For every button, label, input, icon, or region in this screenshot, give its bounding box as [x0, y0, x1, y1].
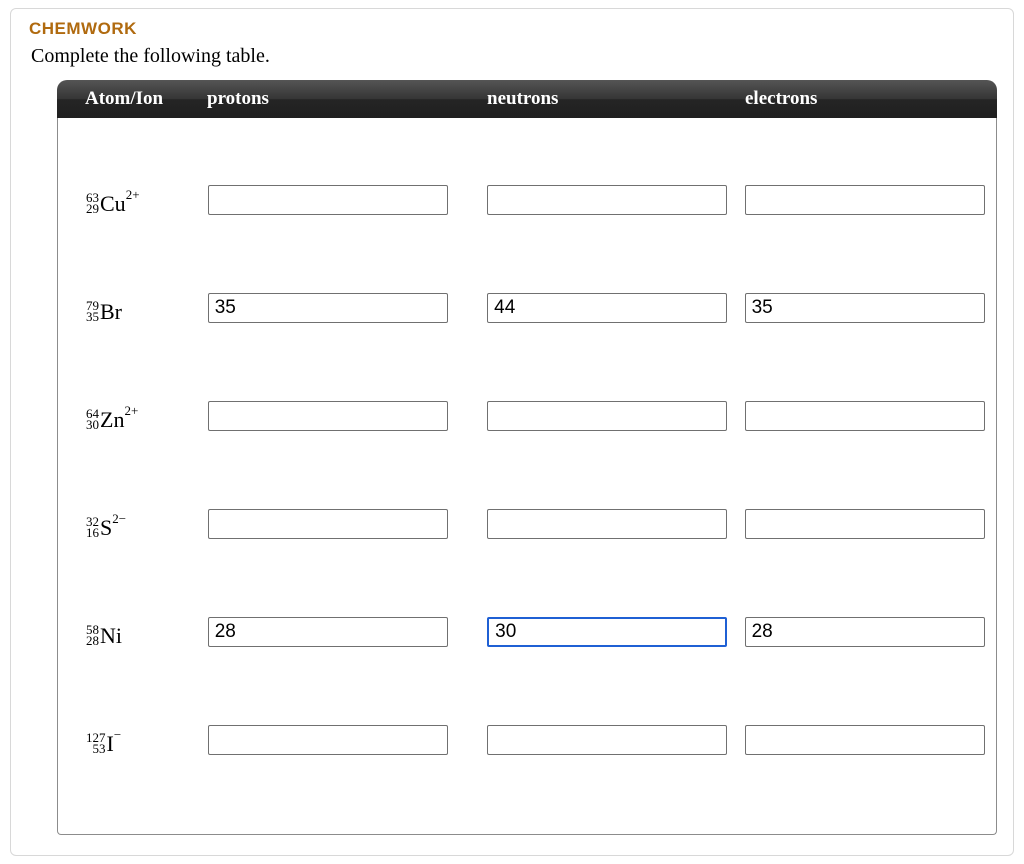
instruction-text: Complete the following table.: [31, 45, 995, 68]
element-symbol: I: [107, 731, 114, 756]
neutrons-input[interactable]: [487, 509, 727, 539]
table-row: 5828Ni: [58, 578, 996, 686]
header-neutrons: neutrons: [487, 88, 745, 110]
element-symbol: Ni: [100, 623, 122, 648]
neutrons-input[interactable]: [487, 725, 727, 755]
protons-cell: [208, 293, 487, 323]
atomic-number: 29: [86, 203, 99, 214]
atomic-number: 30: [86, 419, 99, 430]
header-atom: Atom/Ion: [57, 88, 207, 110]
table-row: 6329Cu2+: [58, 146, 996, 254]
ion-charge: 2+: [126, 187, 140, 203]
table-body: 6329Cu2+7935Br6430Zn2+3216S2−5828Ni12753…: [57, 118, 997, 835]
atom-label: 7935Br: [58, 291, 208, 325]
element-symbol: S: [100, 515, 112, 540]
table-row: 7935Br: [58, 254, 996, 362]
electrons-input[interactable]: [745, 293, 985, 323]
symbol-wrap: S2−: [100, 515, 112, 541]
protons-cell: [208, 725, 487, 755]
electrons-cell: [745, 725, 996, 755]
isotope-notation: 7935Br: [86, 299, 122, 325]
isotope-notation: 6430Zn2+: [86, 407, 124, 433]
electrons-cell: [745, 293, 996, 323]
ion-charge: 2+: [124, 403, 138, 419]
neutrons-cell: [487, 617, 744, 647]
atomic-number: 28: [86, 635, 99, 646]
question-container: CHEMWORK Complete the following table. A…: [10, 8, 1014, 856]
neutrons-cell: [487, 725, 744, 755]
electrons-input[interactable]: [745, 401, 985, 431]
symbol-wrap: Cu2+: [100, 191, 126, 217]
atomic-number: 53: [93, 743, 106, 754]
isotope-numbers: 3216: [86, 516, 99, 538]
data-table: Atom/Ion protons neutrons electrons 6329…: [57, 80, 997, 835]
element-symbol: Zn: [100, 407, 124, 432]
neutrons-cell: [487, 293, 744, 323]
electrons-cell: [745, 617, 996, 647]
electrons-cell: [745, 401, 996, 431]
neutrons-input[interactable]: [487, 401, 727, 431]
symbol-wrap: Ni: [100, 623, 122, 649]
table-row: 12753I−: [58, 686, 996, 794]
isotope-numbers: 6329: [86, 192, 99, 214]
atom-label: 6329Cu2+: [58, 183, 208, 217]
atomic-number: 35: [86, 311, 99, 322]
neutrons-cell: [487, 185, 744, 215]
chemwork-title: CHEMWORK: [29, 19, 995, 39]
atom-label: 3216S2−: [58, 507, 208, 541]
isotope-notation: 5828Ni: [86, 623, 122, 649]
isotope-numbers: 12753: [86, 732, 106, 754]
atom-label: 12753I−: [58, 723, 208, 757]
electrons-cell: [745, 509, 996, 539]
neutrons-cell: [487, 509, 744, 539]
ion-charge: 2−: [112, 511, 126, 527]
atom-label: 5828Ni: [58, 615, 208, 649]
isotope-notation: 12753I−: [86, 731, 114, 757]
electrons-input[interactable]: [745, 509, 985, 539]
protons-cell: [208, 185, 487, 215]
protons-input[interactable]: [208, 293, 448, 323]
electrons-input[interactable]: [745, 617, 985, 647]
electrons-cell: [745, 185, 996, 215]
protons-input[interactable]: [208, 725, 448, 755]
neutrons-cell: [487, 401, 744, 431]
electrons-input[interactable]: [745, 185, 985, 215]
protons-input[interactable]: [208, 401, 448, 431]
header-electrons: electrons: [745, 88, 997, 110]
neutrons-input[interactable]: [487, 617, 727, 647]
table-row: 6430Zn2+: [58, 362, 996, 470]
neutrons-input[interactable]: [487, 293, 727, 323]
isotope-notation: 6329Cu2+: [86, 191, 126, 217]
protons-input[interactable]: [208, 509, 448, 539]
electrons-input[interactable]: [745, 725, 985, 755]
symbol-wrap: I−: [107, 731, 114, 757]
symbol-wrap: Zn2+: [100, 407, 124, 433]
protons-cell: [208, 617, 487, 647]
protons-input[interactable]: [208, 617, 448, 647]
ion-charge: −: [114, 727, 121, 743]
symbol-wrap: Br: [100, 299, 122, 325]
element-symbol: Br: [100, 299, 122, 324]
neutrons-input[interactable]: [487, 185, 727, 215]
isotope-numbers: 5828: [86, 624, 99, 646]
isotope-numbers: 7935: [86, 300, 99, 322]
protons-cell: [208, 509, 487, 539]
protons-cell: [208, 401, 487, 431]
table-header: Atom/Ion protons neutrons electrons: [57, 80, 997, 118]
protons-input[interactable]: [208, 185, 448, 215]
isotope-numbers: 6430: [86, 408, 99, 430]
atomic-number: 16: [86, 527, 99, 538]
element-symbol: Cu: [100, 191, 126, 216]
table-row: 3216S2−: [58, 470, 996, 578]
header-protons: protons: [207, 88, 487, 110]
isotope-notation: 3216S2−: [86, 515, 112, 541]
atom-label: 6430Zn2+: [58, 399, 208, 433]
